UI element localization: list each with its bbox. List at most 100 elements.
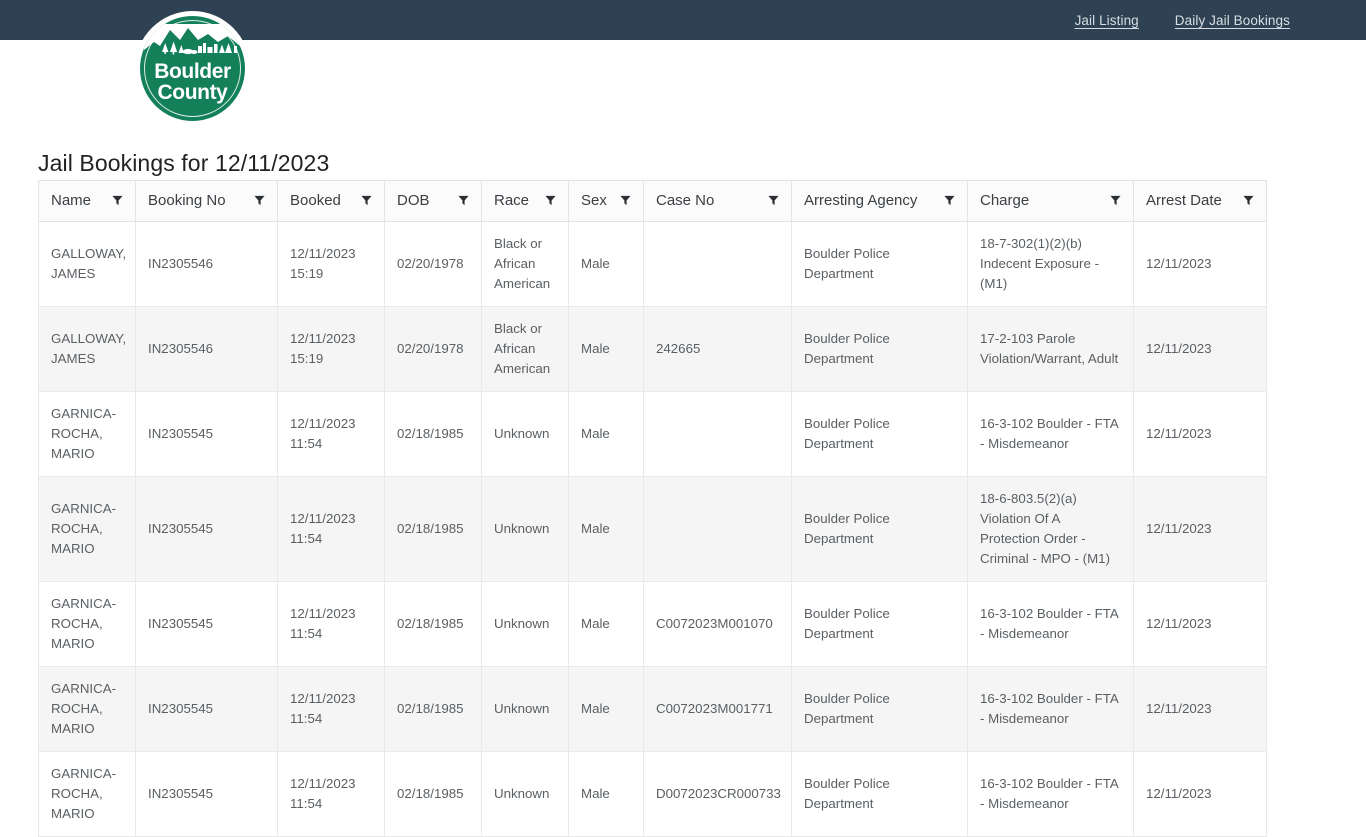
cell-name: GALLOWAY, JAMES — [38, 221, 136, 307]
bookings-table-container: Name Booking No Booked DOB Race Sex Case… — [38, 180, 1267, 837]
table-row[interactable]: GARNICA-ROCHA, MARIO IN2305545 12/11/202… — [38, 581, 1267, 667]
cell-charge: 16-3-102 Boulder - FTA - Misdemeanor — [967, 581, 1134, 667]
cell-charge: 16-3-102 Boulder - FTA - Misdemeanor — [967, 751, 1134, 837]
column-label-booking-no: Booking No — [148, 192, 226, 209]
cell-charge: 18-6-803.5(2)(a) Violation Of A Protecti… — [967, 476, 1134, 582]
cell-charge: 16-3-102 Boulder - FTA - Misdemeanor — [967, 391, 1134, 477]
cell-case — [643, 391, 792, 477]
column-header-booking-no[interactable]: Booking No — [135, 180, 278, 222]
column-header-booked[interactable]: Booked — [277, 180, 385, 222]
cell-sex: Male — [568, 666, 644, 752]
cell-booking: IN2305546 — [135, 221, 278, 307]
filter-funnel-icon-arrest-date[interactable] — [1243, 195, 1254, 206]
cell-agency: Boulder Police Department — [791, 306, 968, 392]
cell-case — [643, 476, 792, 582]
logo-text-line2: County — [157, 81, 228, 104]
column-header-arrest-date[interactable]: Arrest Date — [1133, 180, 1267, 222]
cell-agency: Boulder Police Department — [791, 391, 968, 477]
cell-booked: 12/11/2023 11:54 — [277, 751, 385, 837]
table-row[interactable]: GARNICA-ROCHA, MARIO IN2305545 12/11/202… — [38, 391, 1267, 477]
cell-booked: 12/11/2023 15:19 — [277, 306, 385, 392]
column-header-charge[interactable]: Charge — [967, 180, 1134, 222]
bookings-table: Name Booking No Booked DOB Race Sex Case… — [38, 180, 1267, 837]
filter-funnel-icon-race[interactable] — [545, 195, 556, 206]
filter-funnel-icon-arresting-agency[interactable] — [944, 195, 955, 206]
cell-race: Unknown — [481, 666, 569, 752]
cell-arrest: 12/11/2023 — [1133, 751, 1267, 837]
column-header-arresting-agency[interactable]: Arresting Agency — [791, 180, 968, 222]
cell-agency: Boulder Police Department — [791, 751, 968, 837]
column-label-charge: Charge — [980, 192, 1030, 209]
cell-race: Black or African American — [481, 221, 569, 307]
cell-name: GARNICA-ROCHA, MARIO — [38, 751, 136, 837]
table-row[interactable]: GALLOWAY, JAMES IN2305546 12/11/2023 15:… — [38, 306, 1267, 392]
cell-booked: 12/11/2023 11:54 — [277, 476, 385, 582]
filter-funnel-icon-name[interactable] — [112, 195, 123, 206]
cell-booking: IN2305545 — [135, 391, 278, 477]
logo-disc: Boulder County — [140, 16, 245, 121]
cell-race: Unknown — [481, 391, 569, 477]
filter-funnel-icon-charge[interactable] — [1110, 195, 1121, 206]
cell-arrest: 12/11/2023 — [1133, 666, 1267, 752]
column-header-sex[interactable]: Sex — [568, 180, 644, 222]
cell-name: GALLOWAY, JAMES — [38, 306, 136, 392]
column-label-sex: Sex — [581, 192, 607, 209]
cell-sex: Male — [568, 391, 644, 477]
column-label-arresting-agency: Arresting Agency — [804, 192, 918, 209]
cell-case: 242665 — [643, 306, 792, 392]
column-label-arrest-date: Arrest Date — [1146, 192, 1222, 209]
filter-funnel-icon-booked[interactable] — [361, 195, 372, 206]
boulder-county-logo[interactable]: Boulder County — [135, 11, 250, 126]
filter-funnel-icon-sex[interactable] — [620, 195, 631, 206]
cell-booked: 12/11/2023 11:54 — [277, 391, 385, 477]
cell-booking: IN2305546 — [135, 306, 278, 392]
nav-link-daily-jail-bookings[interactable]: Daily Jail Bookings — [1175, 13, 1290, 28]
cell-name: GARNICA-ROCHA, MARIO — [38, 666, 136, 752]
table-row[interactable]: GARNICA-ROCHA, MARIO IN2305545 12/11/202… — [38, 476, 1267, 582]
cell-race: Unknown — [481, 581, 569, 667]
table-header-row: Name Booking No Booked DOB Race Sex Case… — [38, 180, 1267, 222]
cell-dob: 02/20/1978 — [384, 306, 482, 392]
column-header-dob[interactable]: DOB — [384, 180, 482, 222]
cell-booking: IN2305545 — [135, 476, 278, 582]
nav-link-jail-listing[interactable]: Jail Listing — [1075, 13, 1139, 28]
cell-agency: Boulder Police Department — [791, 581, 968, 667]
column-label-dob: DOB — [397, 192, 430, 209]
cell-dob: 02/20/1978 — [384, 221, 482, 307]
cell-booking: IN2305545 — [135, 666, 278, 752]
cell-case: C0072023M001771 — [643, 666, 792, 752]
column-label-booked: Booked — [290, 192, 341, 209]
cell-booking: IN2305545 — [135, 751, 278, 837]
cell-sex: Male — [568, 476, 644, 582]
cell-dob: 02/18/1985 — [384, 751, 482, 837]
filter-funnel-icon-case-no[interactable] — [768, 195, 779, 206]
cell-dob: 02/18/1985 — [384, 666, 482, 752]
column-label-case-no: Case No — [656, 192, 715, 209]
cell-charge: 16-3-102 Boulder - FTA - Misdemeanor — [967, 666, 1134, 752]
filter-funnel-icon-dob[interactable] — [458, 195, 469, 206]
cell-charge: 18-7-302(1)(2)(b) Indecent Exposure - (M… — [967, 221, 1134, 307]
logo-text: Boulder County — [140, 61, 245, 103]
column-header-name[interactable]: Name — [38, 180, 136, 222]
cell-sex: Male — [568, 221, 644, 307]
cell-booked: 12/11/2023 11:54 — [277, 666, 385, 752]
table-row[interactable]: GALLOWAY, JAMES IN2305546 12/11/2023 15:… — [38, 221, 1267, 307]
cell-booking: IN2305545 — [135, 581, 278, 667]
cell-race: Unknown — [481, 476, 569, 582]
cell-agency: Boulder Police Department — [791, 476, 968, 582]
cell-dob: 02/18/1985 — [384, 391, 482, 477]
filter-funnel-icon-booking-no[interactable] — [254, 195, 265, 206]
cell-sex: Male — [568, 306, 644, 392]
cell-agency: Boulder Police Department — [791, 666, 968, 752]
table-row[interactable]: GARNICA-ROCHA, MARIO IN2305545 12/11/202… — [38, 751, 1267, 837]
logo-text-line1: Boulder — [154, 60, 231, 83]
cell-arrest: 12/11/2023 — [1133, 306, 1267, 392]
column-header-case-no[interactable]: Case No — [643, 180, 792, 222]
cell-race: Unknown — [481, 751, 569, 837]
cell-name: GARNICA-ROCHA, MARIO — [38, 391, 136, 477]
table-row[interactable]: GARNICA-ROCHA, MARIO IN2305545 12/11/202… — [38, 666, 1267, 752]
cell-arrest: 12/11/2023 — [1133, 391, 1267, 477]
cell-charge: 17-2-103 Parole Violation/Warrant, Adult — [967, 306, 1134, 392]
column-header-race[interactable]: Race — [481, 180, 569, 222]
cell-arrest: 12/11/2023 — [1133, 476, 1267, 582]
